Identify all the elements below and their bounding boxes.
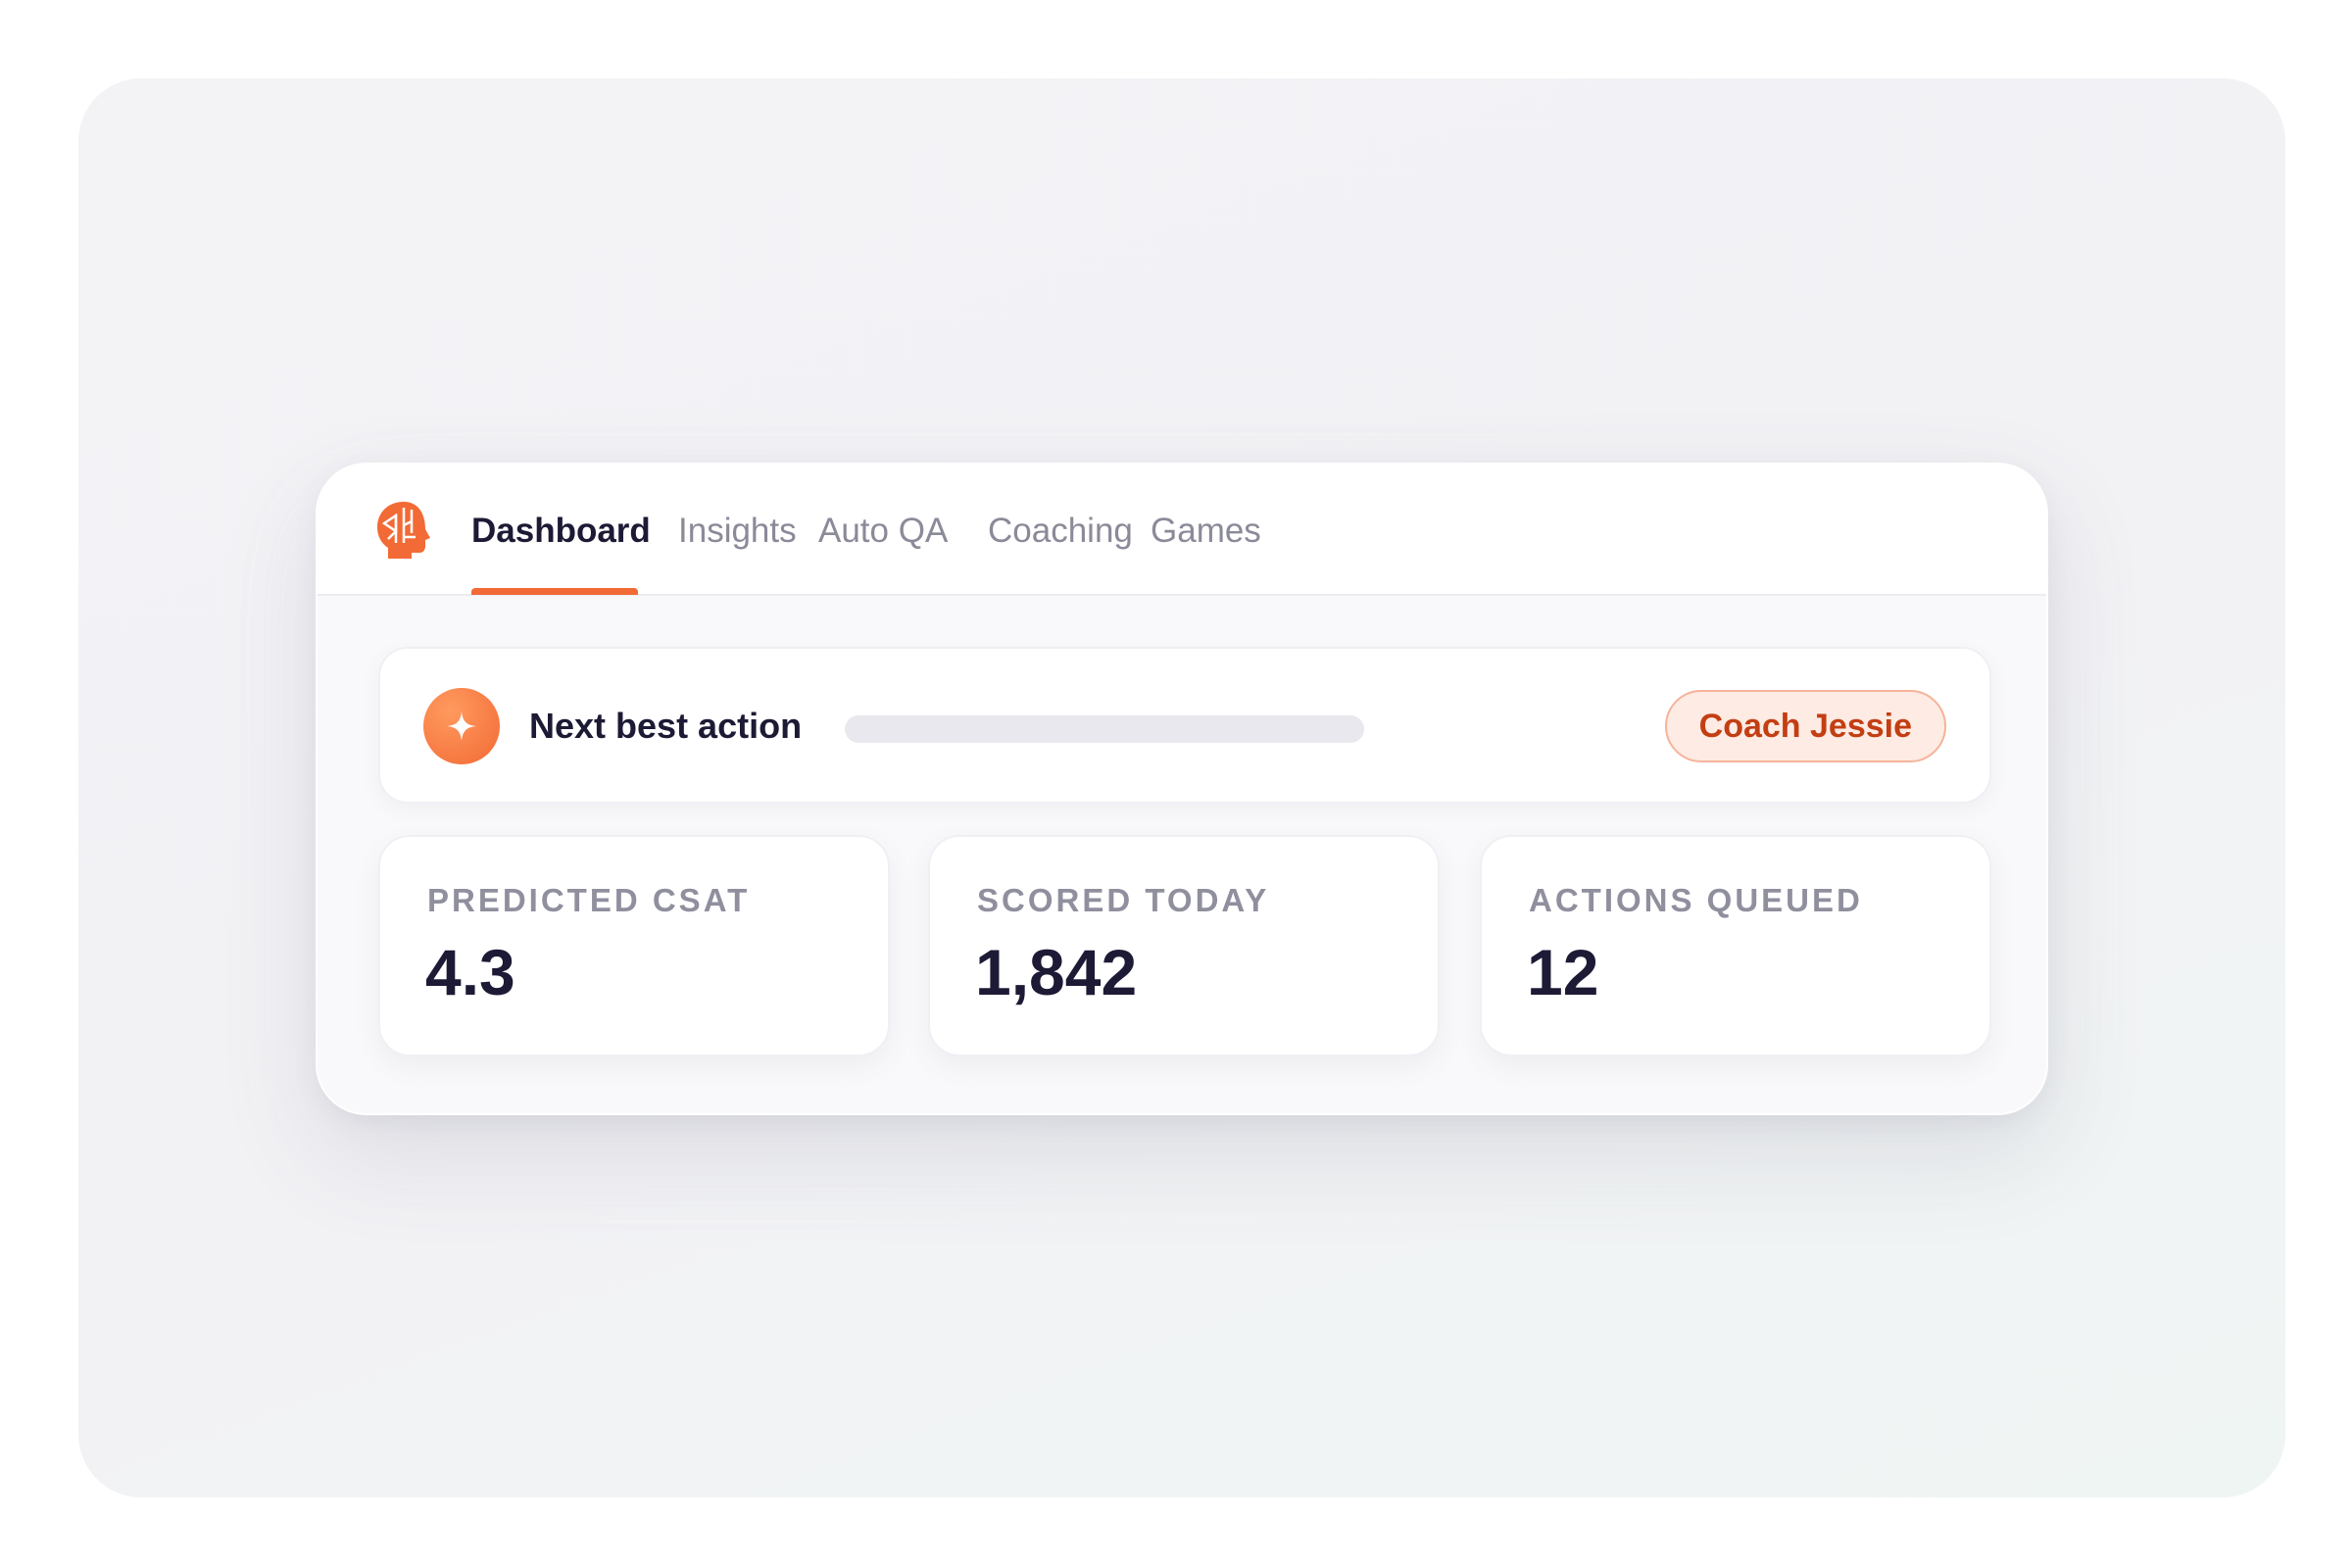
tab-games[interactable]: Games bbox=[1151, 512, 1261, 551]
action-placeholder-bar bbox=[845, 715, 1364, 743]
tab-auto-qa[interactable]: Auto QA bbox=[818, 512, 948, 551]
tab-dashboard[interactable]: Dashboard bbox=[471, 512, 651, 551]
active-tab-indicator bbox=[471, 588, 638, 595]
coach-button[interactable]: Coach Jessie bbox=[1664, 690, 1946, 762]
stat-value: 1,842 bbox=[975, 936, 1138, 1008]
stat-label: PREDICTED CSAT bbox=[427, 882, 751, 918]
stat-card-actions-queued: ACTIONS QUEUED 12 bbox=[1480, 835, 1991, 1056]
brain-head-logo-icon[interactable] bbox=[374, 500, 433, 561]
next-action-title: Next best action bbox=[529, 706, 803, 746]
stat-label: SCORED TODAY bbox=[977, 882, 1270, 918]
tab-coaching[interactable]: Coaching bbox=[988, 512, 1133, 551]
stat-card-scored-today: SCORED TODAY 1,842 bbox=[928, 835, 1440, 1056]
stat-card-predicted-csat: PREDICTED CSAT 4.3 bbox=[378, 835, 890, 1056]
top-nav: Dashboard Insights Auto QA Coaching Game… bbox=[318, 465, 2046, 596]
stat-label: ACTIONS QUEUED bbox=[1529, 882, 1863, 918]
next-best-action-card: Next best action Coach Jessie bbox=[378, 647, 1991, 804]
sparkle-icon bbox=[423, 688, 500, 764]
dashboard-window: Dashboard Insights Auto QA Coaching Game… bbox=[316, 463, 2048, 1115]
stat-value: 4.3 bbox=[425, 936, 515, 1008]
stat-value: 12 bbox=[1527, 936, 1599, 1008]
tab-insights[interactable]: Insights bbox=[678, 512, 797, 551]
